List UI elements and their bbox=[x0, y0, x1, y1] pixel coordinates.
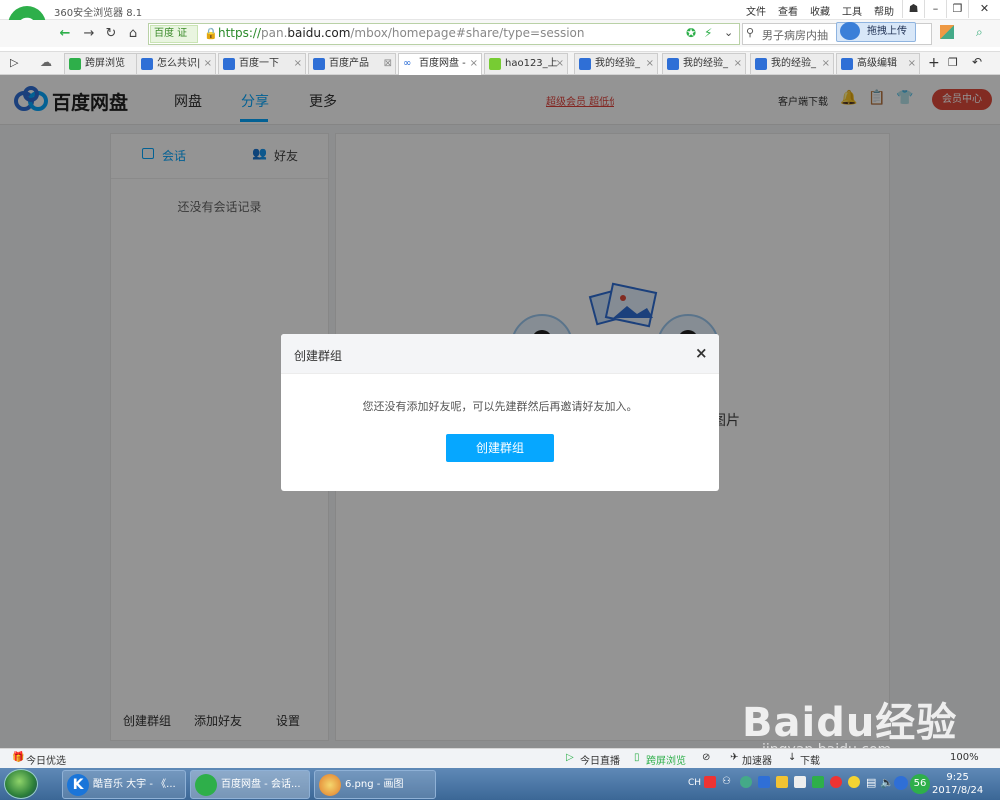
phone-icon: ▯ bbox=[634, 752, 640, 763]
tab-7[interactable]: 我的经验_ × bbox=[574, 53, 658, 74]
tab-10[interactable]: 高级编辑 × bbox=[836, 53, 920, 74]
close-tab-icon[interactable]: × bbox=[204, 54, 212, 74]
close-tab-icon[interactable]: × bbox=[908, 54, 916, 74]
create-group-dialog: 创建群组 × 您还没有添加好友呢，可以先建群然后再邀请好友加入。 创建群组 bbox=[281, 334, 719, 491]
play-icon: ▷ bbox=[566, 752, 574, 763]
tray-icon[interactable]: ⚇ bbox=[722, 776, 731, 787]
menu-view[interactable]: 查看 bbox=[778, 3, 798, 18]
paint-icon bbox=[319, 774, 341, 796]
accelerator-icon: ✈ bbox=[730, 752, 739, 763]
search-icon: ⚲ bbox=[746, 26, 755, 39]
undo-close-icon[interactable]: ↶ bbox=[972, 55, 982, 69]
volume-icon[interactable]: 🔈 bbox=[880, 776, 894, 789]
apps-icon[interactable] bbox=[940, 25, 954, 39]
system-clock[interactable]: 9:25 2017/8/24 bbox=[932, 771, 983, 797]
menu-tools[interactable]: 工具 bbox=[842, 3, 862, 18]
new-tab-icon[interactable]: + bbox=[928, 55, 940, 71]
clock-date: 2017/8/24 bbox=[932, 785, 984, 796]
today-picks-link[interactable]: 今日优选 bbox=[26, 752, 66, 767]
back-icon[interactable]: ← bbox=[54, 24, 76, 44]
tray-icon[interactable] bbox=[704, 776, 716, 788]
tab-baidu-pan-active[interactable]: ∞ 百度网盘 - × bbox=[398, 53, 482, 75]
speed-mode-icon[interactable]: ⚡ bbox=[704, 26, 712, 40]
safety-icon[interactable]: ✪ bbox=[686, 26, 696, 40]
close-tab-icon[interactable]: × bbox=[822, 54, 830, 74]
minimize-icon[interactable]: – bbox=[924, 0, 946, 18]
tab-3[interactable]: 百度一下 × bbox=[218, 53, 306, 74]
certificate-badge[interactable]: 百度 证 bbox=[150, 25, 198, 43]
tab-cross-screen[interactable]: 跨屏浏览 bbox=[64, 53, 138, 74]
baidu-cloud-icon bbox=[840, 22, 860, 40]
clock-time: 9:25 bbox=[946, 772, 969, 783]
close-tab-icon[interactable]: × bbox=[470, 54, 478, 74]
accelerator-link[interactable]: 加速器 bbox=[742, 752, 772, 767]
search-input[interactable]: 男子病房内抽 bbox=[762, 27, 828, 43]
tray-icon[interactable] bbox=[776, 776, 788, 788]
task-kugou[interactable]: K 酷音乐 大宇 - 《... bbox=[62, 770, 186, 799]
tray-icon[interactable] bbox=[848, 776, 860, 788]
menu-favorites[interactable]: 收藏 bbox=[810, 3, 830, 18]
task-paint[interactable]: 6.png - 画图 bbox=[314, 770, 436, 799]
refresh-icon[interactable]: ↻ bbox=[100, 24, 122, 44]
baidu-jingyan-watermark: Baidu经验 bbox=[742, 700, 958, 746]
menu-help[interactable]: 帮助 bbox=[874, 3, 894, 18]
sidebar-toggle-icon[interactable]: ▷ bbox=[10, 56, 18, 69]
dialog-header bbox=[281, 334, 719, 374]
close-tab-icon[interactable]: × bbox=[646, 54, 654, 74]
close-window-icon[interactable]: ✕ bbox=[968, 0, 1000, 18]
kugou-icon: K bbox=[67, 774, 89, 796]
start-button[interactable] bbox=[4, 769, 38, 799]
dialog-title: 创建群组 bbox=[294, 349, 343, 363]
home-icon[interactable]: ⌂ bbox=[122, 24, 144, 44]
dialog-message: 您还没有添加好友呢，可以先建群然后再邀请好友加入。 bbox=[362, 400, 638, 413]
cross-screen-link[interactable]: 跨屏浏览 bbox=[646, 752, 686, 767]
lock-icon: 🔒 bbox=[204, 27, 218, 40]
close-tab-icon[interactable]: × bbox=[294, 54, 302, 74]
zoom-level[interactable]: 100% bbox=[950, 752, 979, 763]
close-tab-icon[interactable]: × bbox=[556, 54, 564, 74]
close-tab-icon[interactable]: ⊠ bbox=[384, 54, 392, 74]
tab-9[interactable]: 我的经验_ × bbox=[750, 53, 834, 74]
ime-indicator[interactable]: CH bbox=[688, 778, 701, 788]
tray-icon[interactable] bbox=[740, 776, 752, 788]
download-link[interactable]: 下载 bbox=[800, 752, 820, 767]
chevron-down-icon[interactable]: ⌄ bbox=[724, 26, 733, 39]
gift-icon: 🎁 bbox=[12, 752, 25, 763]
tray-icon[interactable] bbox=[794, 776, 806, 788]
tab-8[interactable]: 我的经验_ × bbox=[662, 53, 746, 74]
network-icon[interactable]: ▤ bbox=[866, 776, 876, 789]
tab-list-icon[interactable]: ❐ bbox=[948, 56, 958, 69]
pan-icon: ∞ bbox=[403, 58, 415, 70]
tray-icon[interactable] bbox=[758, 776, 770, 788]
tray-icon[interactable] bbox=[830, 776, 842, 788]
tab-hao123[interactable]: hao123_上 × bbox=[484, 53, 568, 74]
skin-icon[interactable]: ☗ bbox=[902, 0, 924, 18]
forward-icon[interactable]: → bbox=[78, 24, 100, 44]
shield-icon[interactable] bbox=[812, 776, 824, 788]
today-live-link[interactable]: 今日直播 bbox=[580, 752, 620, 767]
url-text[interactable]: https://pan.baidu.com/mbox/homepage#shar… bbox=[218, 26, 585, 40]
cloud-icon[interactable]: ☁ bbox=[40, 55, 52, 69]
tab-2[interactable]: 怎么共识| × bbox=[136, 53, 216, 74]
tray-icon[interactable] bbox=[894, 776, 908, 790]
close-icon[interactable]: × bbox=[695, 344, 708, 362]
download-icon: ↓ bbox=[788, 752, 797, 763]
zoom-search-icon[interactable]: ⌕ bbox=[976, 25, 983, 40]
app-name: 360安全浏览器 8.1 bbox=[54, 8, 143, 19]
close-tab-icon[interactable]: × bbox=[734, 54, 742, 74]
browser-icon bbox=[195, 774, 217, 796]
create-group-button[interactable]: 创建群组 bbox=[446, 434, 554, 462]
phone-icon bbox=[69, 58, 81, 70]
tray-badge[interactable]: 56 bbox=[910, 774, 930, 794]
task-browser[interactable]: 百度网盘 - 会话... bbox=[190, 770, 310, 799]
tab-4[interactable]: 百度产品 ⊠ bbox=[308, 53, 396, 74]
menu-file[interactable]: 文件 bbox=[746, 3, 766, 18]
restore-icon[interactable]: ❐ bbox=[946, 0, 968, 18]
browser-status-bar bbox=[0, 748, 1000, 768]
bookmark-icon[interactable]: ⊘ bbox=[702, 752, 710, 763]
